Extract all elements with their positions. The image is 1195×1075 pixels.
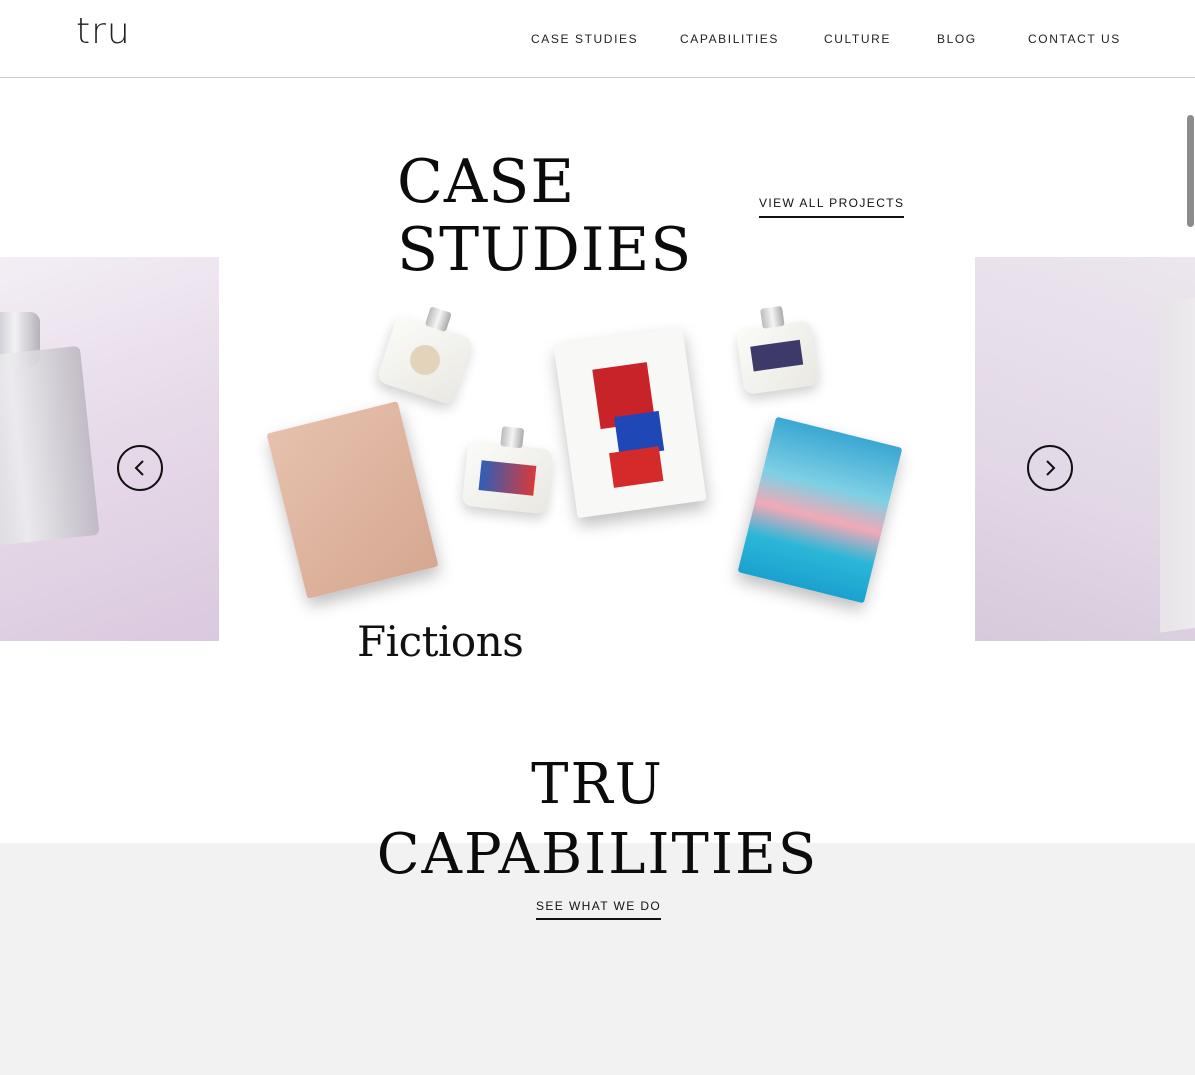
previous-project-image[interactable] [0, 257, 219, 641]
perfume-bottle [461, 426, 554, 515]
perfume-bottle [376, 306, 474, 406]
title-line-2: CAPABILITIES [376, 822, 819, 887]
main-nav: CASE STUDIES CAPABILITIES CULTURE BLOG C… [0, 32, 1195, 48]
fiction-book-package [553, 326, 707, 519]
chevron-left-icon [134, 460, 144, 476]
packaging-box-shape [1160, 291, 1195, 633]
nav-contact-us[interactable]: CONTACT US [1028, 32, 1121, 46]
title-line-1: TRU [531, 752, 664, 817]
featured-project-image[interactable] [240, 285, 960, 615]
carousel-prev-button[interactable] [117, 445, 163, 491]
perfume-bottle-shape [0, 345, 100, 549]
site-header: tru CASE STUDIES CAPABILITIES CULTURE BL… [0, 0, 1195, 78]
see-what-we-do-link[interactable]: SEE WHAT WE DO [536, 899, 662, 920]
scrollbar-thumb[interactable] [1187, 115, 1194, 227]
capabilities-title: TRU CAPABILITIES [0, 750, 1195, 890]
nav-capabilities[interactable]: CAPABILITIES [680, 32, 779, 46]
project-title[interactable]: Fictions [357, 613, 524, 671]
chevron-right-icon [1046, 460, 1056, 476]
fiction-book-package [266, 401, 439, 599]
next-project-image[interactable] [975, 257, 1195, 641]
nav-culture[interactable]: CULTURE [824, 32, 891, 46]
carousel-next-button[interactable] [1027, 445, 1073, 491]
view-all-projects-link[interactable]: VIEW ALL PROJECTS [759, 196, 905, 218]
nav-case-studies[interactable]: CASE STUDIES [531, 32, 638, 46]
perfume-bottle [735, 305, 820, 395]
nav-blog[interactable]: BLOG [937, 32, 977, 46]
fiction-book-package [737, 416, 903, 604]
case-studies-title: CASE STUDIES [397, 148, 692, 284]
title-line-2: STUDIES [397, 215, 693, 285]
title-line-1: CASE [397, 147, 576, 217]
